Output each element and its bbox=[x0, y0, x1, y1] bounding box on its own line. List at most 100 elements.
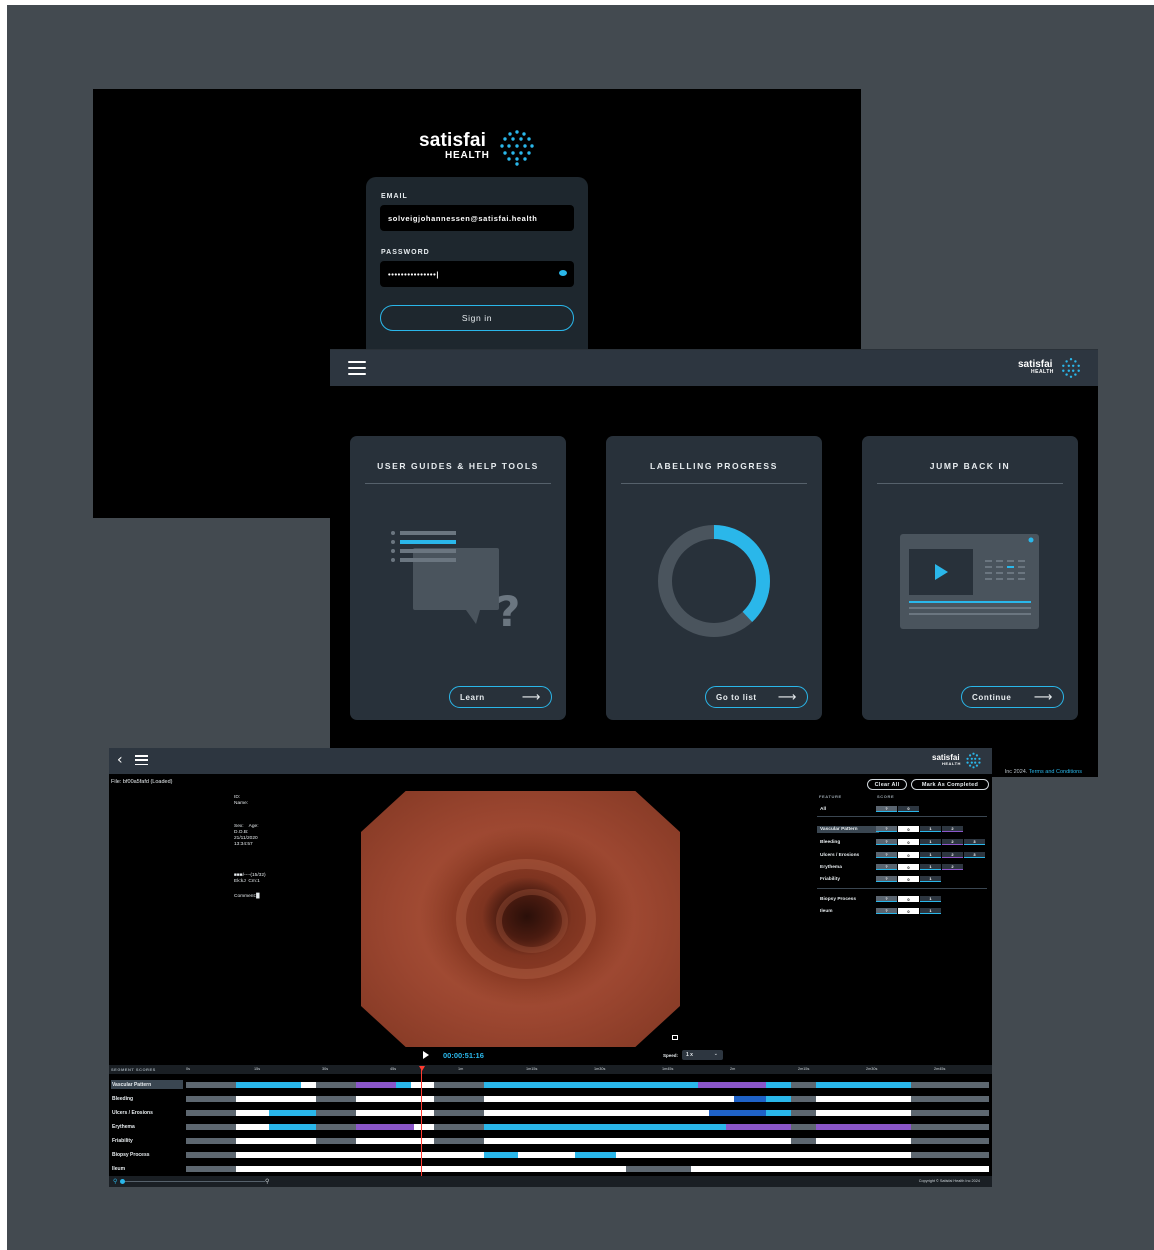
score-option-box[interactable]: 1 bbox=[920, 908, 941, 914]
timeline-segment[interactable] bbox=[236, 1138, 316, 1144]
playhead-marker-icon[interactable] bbox=[419, 1066, 425, 1071]
timeline-track-label[interactable]: Friability bbox=[111, 1136, 183, 1145]
score-option-box[interactable]: 1 bbox=[920, 852, 941, 858]
zoom-slider-handle[interactable] bbox=[120, 1179, 125, 1184]
score-option-box[interactable]: ? bbox=[876, 806, 897, 812]
timeline-segment[interactable] bbox=[816, 1138, 911, 1144]
timeline-segment[interactable] bbox=[301, 1082, 316, 1088]
score-option-box[interactable]: 2 bbox=[942, 826, 963, 832]
timeline-track[interactable] bbox=[186, 1096, 989, 1102]
score-option-box[interactable]: ? bbox=[876, 839, 897, 845]
timeline-track[interactable] bbox=[186, 1124, 989, 1130]
clear-all-button[interactable]: Clear All bbox=[867, 779, 907, 790]
score-option-box[interactable]: ? bbox=[876, 826, 897, 832]
timeline-segment[interactable] bbox=[575, 1152, 616, 1158]
email-field[interactable]: solveigjohannessen@satisfai.health bbox=[380, 205, 574, 231]
timeline-track-label[interactable]: Bleeding bbox=[111, 1094, 183, 1103]
score-option-box[interactable]: ? bbox=[876, 852, 897, 858]
score-option-box[interactable]: 1 bbox=[920, 896, 941, 902]
score-option-box[interactable]: 0 bbox=[898, 852, 919, 858]
zoom-in-icon[interactable]: ⚲ bbox=[265, 1178, 269, 1185]
timeline-segment[interactable] bbox=[484, 1152, 518, 1158]
timeline-segment[interactable] bbox=[236, 1110, 269, 1116]
score-option-box[interactable]: 0 bbox=[898, 839, 919, 845]
timeline-track[interactable] bbox=[186, 1152, 989, 1158]
timeline-segment[interactable] bbox=[484, 1138, 791, 1144]
timeline-segment[interactable] bbox=[236, 1166, 626, 1172]
comment-field[interactable]: Comment:█ bbox=[234, 894, 260, 900]
timeline-track-label[interactable]: Ulcers / Erosions bbox=[111, 1108, 183, 1117]
timeline-segment[interactable] bbox=[356, 1096, 434, 1102]
score-option-box[interactable]: 2 bbox=[942, 852, 963, 858]
timeline-segment[interactable] bbox=[766, 1096, 791, 1102]
score-option-box[interactable]: 0 bbox=[898, 908, 919, 914]
timeline-segment[interactable] bbox=[356, 1124, 414, 1130]
timeline-segment[interactable] bbox=[816, 1110, 911, 1116]
timeline-segment[interactable] bbox=[269, 1110, 316, 1116]
show-password-eye-icon[interactable] bbox=[559, 270, 567, 276]
continue-button[interactable]: Continue ⟶ bbox=[961, 686, 1064, 708]
score-option-box[interactable]: 1 bbox=[920, 864, 941, 870]
go-to-list-button[interactable]: Go to list ⟶ bbox=[705, 686, 808, 708]
timeline-segment[interactable] bbox=[766, 1110, 791, 1116]
timeline-segment[interactable] bbox=[709, 1110, 766, 1116]
score-option-box[interactable]: ? bbox=[876, 908, 897, 914]
score-option-box[interactable]: 1 bbox=[920, 876, 941, 882]
timeline-track-label[interactable]: Vascular Pattern bbox=[111, 1080, 183, 1089]
timeline-segment[interactable] bbox=[816, 1096, 911, 1102]
score-option-box[interactable]: 2 bbox=[942, 839, 963, 845]
timeline-track[interactable] bbox=[186, 1166, 989, 1172]
timeline-segment[interactable] bbox=[484, 1110, 709, 1116]
timeline-segment[interactable] bbox=[236, 1096, 316, 1102]
learn-button[interactable]: Learn ⟶ bbox=[449, 686, 552, 708]
timeline-segment[interactable] bbox=[698, 1082, 766, 1088]
score-option-box[interactable]: ? bbox=[876, 876, 897, 882]
timeline-segment[interactable] bbox=[726, 1124, 791, 1130]
timeline-segment[interactable] bbox=[396, 1082, 411, 1088]
zoom-slider-track[interactable] bbox=[121, 1181, 265, 1182]
score-option-box[interactable]: ? bbox=[876, 864, 897, 870]
speed-select[interactable]: 1 x ⌄ bbox=[682, 1050, 723, 1060]
timeline-segment[interactable] bbox=[616, 1152, 911, 1158]
fullscreen-icon[interactable] bbox=[672, 1035, 678, 1040]
timeline-segment[interactable] bbox=[236, 1124, 269, 1130]
timeline-segment[interactable] bbox=[269, 1124, 316, 1130]
score-option-box[interactable]: 2 bbox=[942, 864, 963, 870]
timeline-track[interactable] bbox=[186, 1082, 989, 1088]
timeline-segment[interactable] bbox=[816, 1124, 911, 1130]
sign-in-button[interactable]: Sign in bbox=[380, 305, 574, 331]
mark-as-completed-button[interactable]: Mark As Completed bbox=[911, 779, 989, 790]
timeline-segment[interactable] bbox=[356, 1082, 396, 1088]
timeline-track-label[interactable]: Biopsy Process bbox=[111, 1150, 183, 1159]
score-option-box[interactable]: 0 bbox=[898, 826, 919, 832]
timeline-segment[interactable] bbox=[414, 1124, 434, 1130]
timeline-segment[interactable] bbox=[356, 1110, 434, 1116]
timeline-segment[interactable] bbox=[411, 1082, 434, 1088]
score-option-box[interactable]: ? bbox=[876, 896, 897, 902]
score-option-box[interactable]: 1 bbox=[920, 826, 941, 832]
timeline-segment[interactable] bbox=[236, 1082, 301, 1088]
timeline-segment[interactable] bbox=[484, 1096, 734, 1102]
score-option-box[interactable]: 1 bbox=[920, 839, 941, 845]
timeline-segment[interactable] bbox=[518, 1152, 575, 1158]
score-option-box[interactable]: 3 bbox=[964, 839, 985, 845]
hamburger-menu-icon[interactable] bbox=[348, 361, 366, 375]
timeline-track-label[interactable]: Ileum bbox=[111, 1164, 183, 1173]
hamburger-menu-icon[interactable] bbox=[135, 755, 148, 765]
timeline-segment[interactable] bbox=[691, 1166, 989, 1172]
timeline-segment[interactable] bbox=[484, 1124, 726, 1130]
timeline-track[interactable] bbox=[186, 1138, 989, 1144]
timeline-segment[interactable] bbox=[356, 1138, 434, 1144]
play-icon[interactable] bbox=[423, 1051, 429, 1059]
timeline-track[interactable] bbox=[186, 1110, 989, 1116]
score-option-box[interactable]: 3 bbox=[964, 852, 985, 858]
timeline-segment[interactable] bbox=[734, 1096, 766, 1102]
score-option-box[interactable]: 0 bbox=[898, 896, 919, 902]
score-option-box[interactable]: 0 bbox=[898, 864, 919, 870]
zoom-out-icon[interactable]: ⚲ bbox=[113, 1178, 117, 1185]
terms-link[interactable]: Terms and Conditions bbox=[1029, 769, 1082, 775]
timeline-segment[interactable] bbox=[236, 1152, 484, 1158]
timeline-track-label[interactable]: Erythema bbox=[111, 1122, 183, 1131]
timeline-segment[interactable] bbox=[766, 1082, 791, 1088]
password-field[interactable]: •••••••••••••••| bbox=[380, 261, 574, 287]
